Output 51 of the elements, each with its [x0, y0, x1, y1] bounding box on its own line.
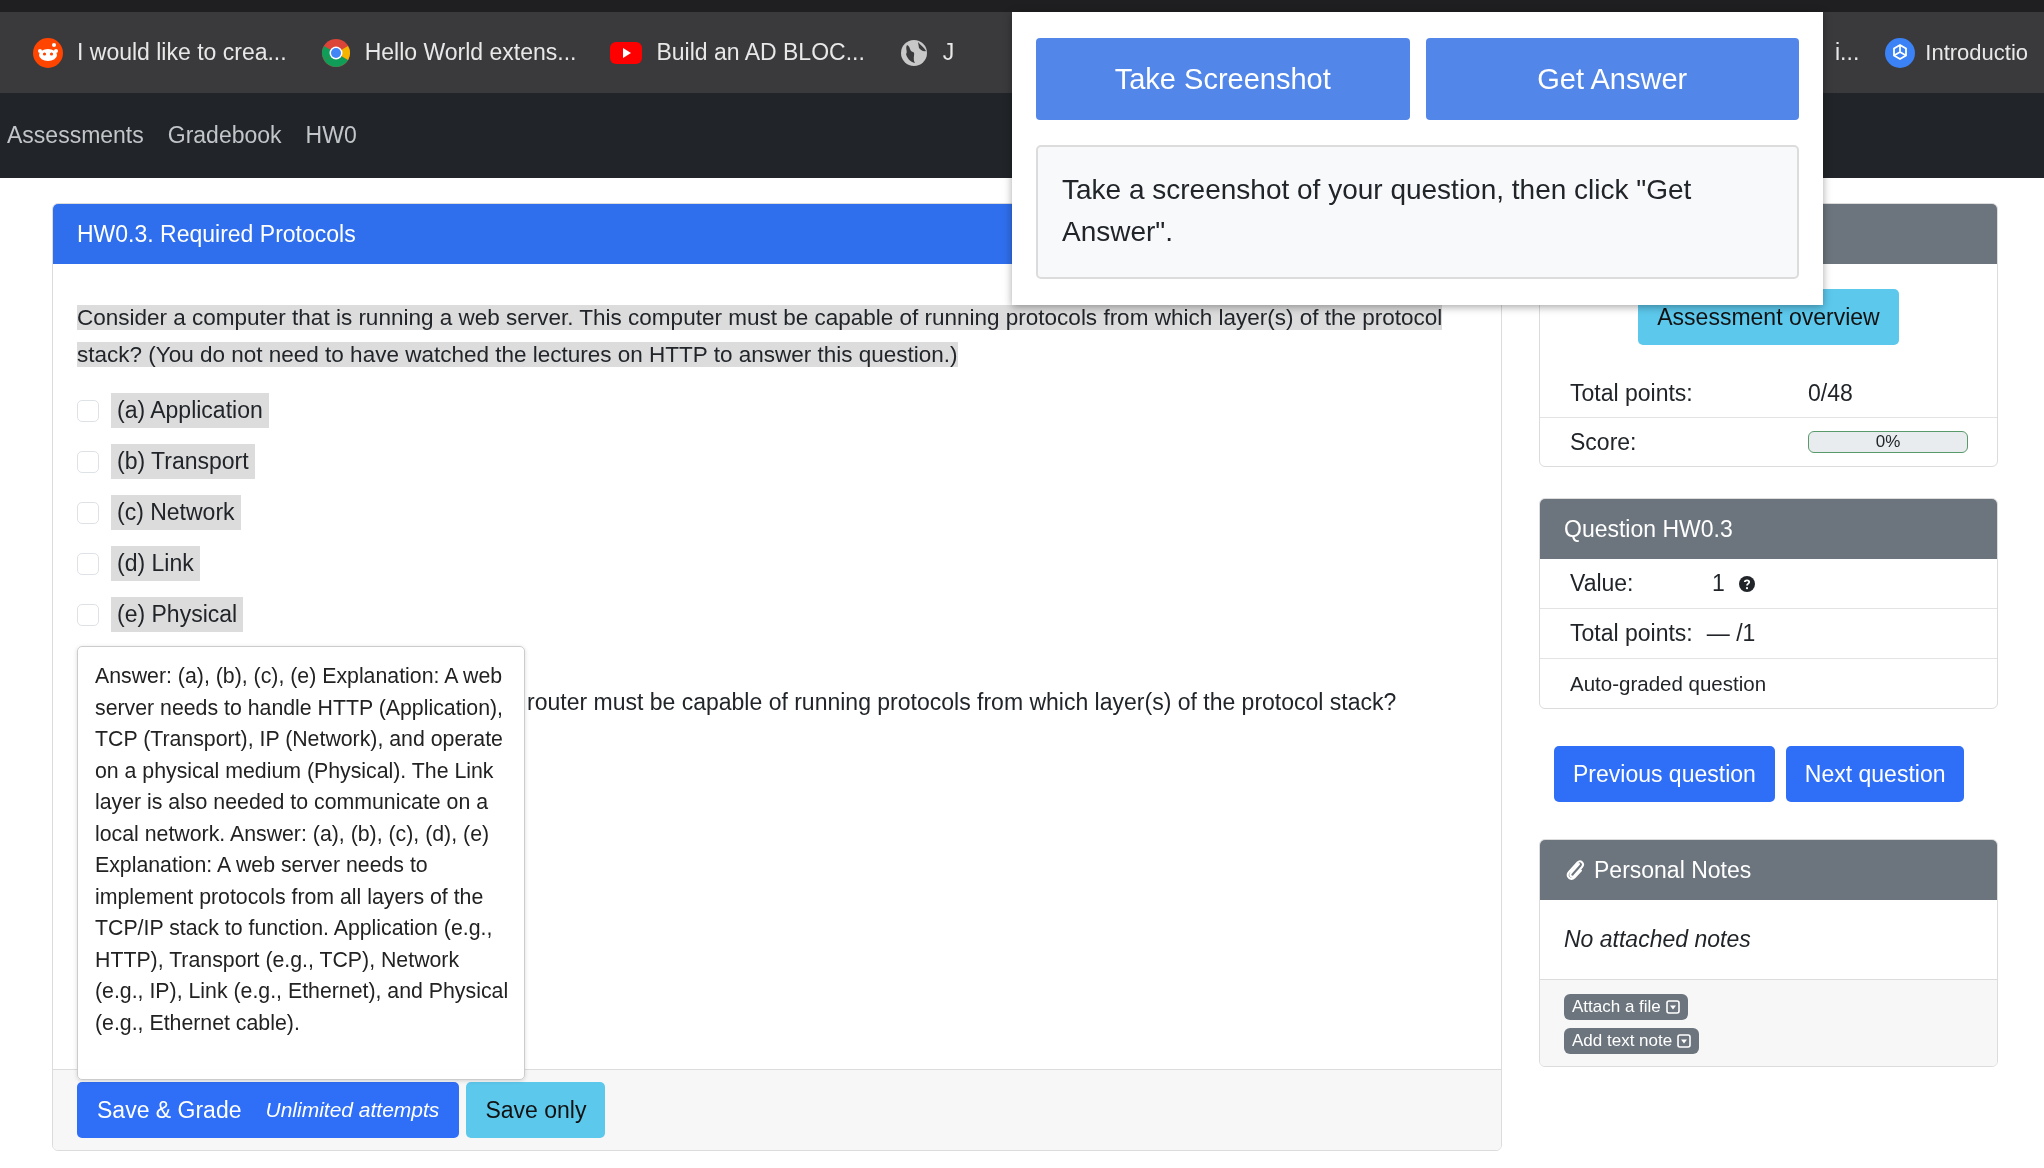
browser-tab[interactable]: Build an AD BLOC... [610, 39, 865, 66]
checkbox[interactable] [77, 552, 99, 575]
nav-link[interactable]: Gradebook [167, 122, 282, 149]
browser-tab[interactable]: J [898, 37, 955, 68]
option-label: (c) Network [111, 495, 241, 530]
option-label: (b) Transport [111, 444, 255, 479]
checkbox[interactable] [77, 399, 99, 422]
field-value: 0/48 [1808, 379, 1853, 407]
option-label: (d) Link [111, 546, 200, 581]
browser-tab[interactable]: Hello World extens... [320, 37, 577, 68]
nav-link[interactable]: HW0 [305, 122, 357, 149]
browser-tab[interactable]: Introductio [1885, 37, 2028, 68]
browser-tab[interactable]: I would like to crea... [33, 37, 287, 68]
field-label: Total points: [1570, 379, 1694, 407]
field-label: Value: [1570, 570, 1635, 597]
checkbox[interactable] [77, 603, 99, 626]
note-action-button[interactable]: Attach a file [1564, 994, 1688, 1020]
note-action-button[interactable]: Add text note [1564, 1028, 1700, 1054]
option-label: (a) Application [111, 393, 269, 428]
dropdown-icon [1677, 1034, 1692, 1048]
card-header: Question HW0.3 [1540, 499, 1997, 559]
field-label: Score: [1570, 428, 1638, 456]
grading-note: Auto-graded question [1570, 671, 1767, 696]
globe-icon [898, 37, 929, 68]
popup-button[interactable]: Take Screenshot [1036, 38, 1410, 120]
alien-icon [33, 37, 63, 68]
nav-link[interactable]: Assessments [7, 122, 144, 149]
swirl-logo-icon [1885, 37, 1916, 68]
save-grade-button[interactable]: Save & Grade Unlimited attempts [77, 1082, 460, 1138]
browser-tab[interactable]: i... [1835, 39, 1860, 66]
question-nav-button[interactable]: Next question [1785, 746, 1965, 802]
score-reading: 0% [1875, 432, 1901, 452]
answer-tooltip: Answer: (a), (b), (c), (e) Explanation: A web server needs to handle HTTP (Application), TCP (Transport), IP (Network), and operate on a physical medium (Physical). The Link layer is also needed to communicate on a local network. Answer: (a), (b), (c), (d), (e) Explanation: A web server needs to implement protocols from all layers of the TCP/IP stack to function. Application (e.g., HTTP), Transport (e.g., TCP), Network (e.g., IP), Link (e.g., Ethernet), and Physical (e.g., Ethernet cable). [77, 646, 525, 1080]
save-only-button[interactable]: Save only [466, 1082, 606, 1138]
field-value: — /1 [1706, 620, 1756, 647]
option-label: (e) Physical [111, 597, 244, 632]
card-title: Personal Notes [1594, 856, 1752, 884]
browser-logo-icon [320, 37, 351, 68]
question-nav-button[interactable]: Previous question [1554, 746, 1775, 802]
question-text: router must be capable of running protocols from which layer(s) of the protocol stack? [527, 689, 1398, 716]
help-icon[interactable] [1738, 575, 1755, 592]
field-label: Total points: [1570, 620, 1693, 647]
popup-button[interactable]: Get Answer [1425, 38, 1799, 120]
paperclip-icon [1564, 858, 1586, 882]
play-icon [610, 40, 643, 65]
checkbox[interactable] [77, 501, 99, 524]
checkbox[interactable] [77, 450, 99, 473]
field-value: 1 [1712, 570, 1725, 597]
dropdown-icon [1665, 1000, 1680, 1014]
instruction-message: Take a screenshot of your question, then click "Get Answer". [1036, 145, 1799, 279]
question-text: Consider a computer that is running a web server. This computer must be capable of running protocols from which layer(s) of the protocol stack? (You do not need to have watched the lectures on HTTP to answer this question.) [77, 304, 1444, 369]
